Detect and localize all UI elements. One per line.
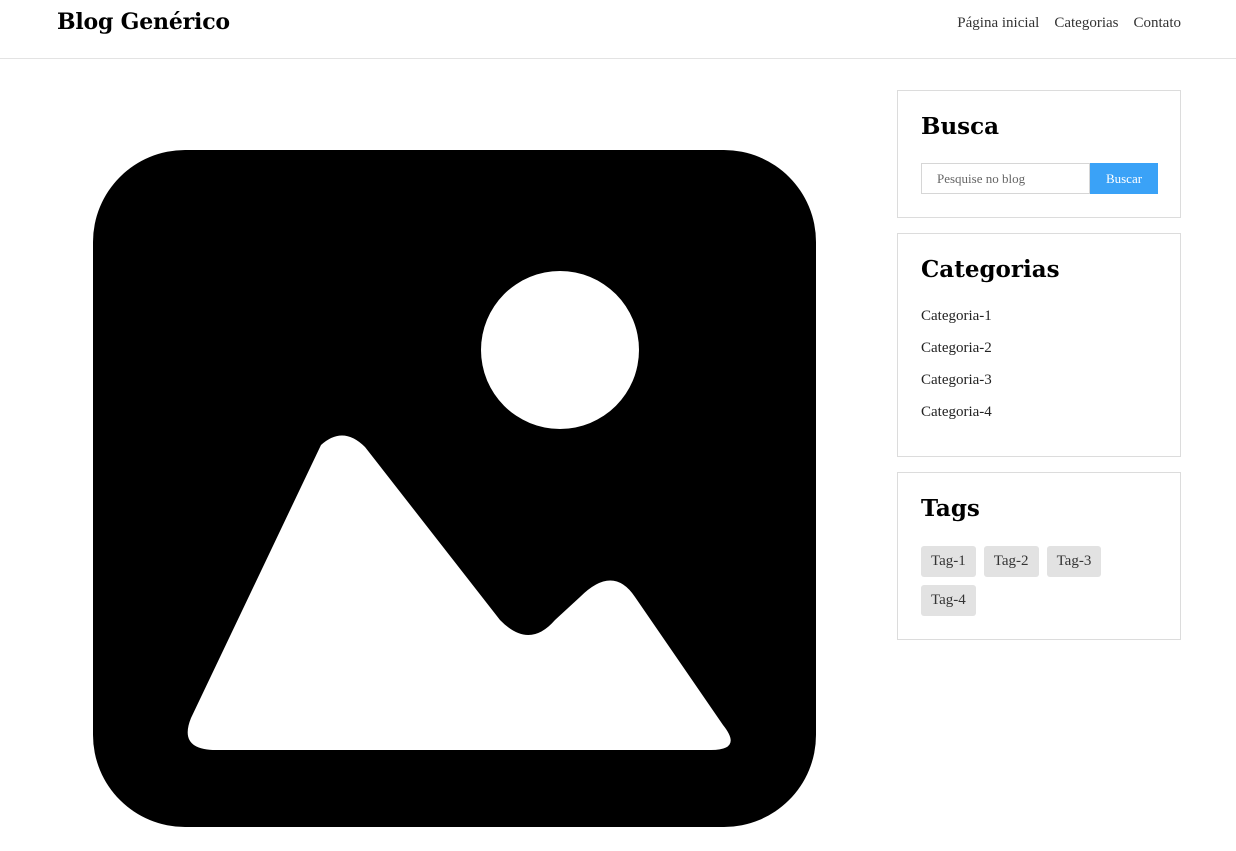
category-link-2[interactable]: Categoria-2 <box>921 340 992 356</box>
tag-chip-3[interactable]: Tag-3 <box>1046 546 1102 577</box>
nav-link-home[interactable]: Página inicial <box>957 15 1039 32</box>
post-featured-image <box>93 150 816 827</box>
tags-widget: Tags Tag-1 Tag-2 Tag-3 Tag-4 <box>897 472 1181 640</box>
category-link-4[interactable]: Categoria-4 <box>921 404 992 420</box>
nav-link-categories[interactable]: Categorias <box>1054 15 1118 32</box>
nav-link-contact[interactable]: Contato <box>1134 15 1182 32</box>
tag-chip-1[interactable]: Tag-1 <box>921 546 976 577</box>
search-form: Buscar <box>921 163 1158 194</box>
main-nav: Página inicial Categorias Contato <box>957 15 1181 32</box>
list-item: Categoria-2 <box>921 337 992 369</box>
tag-chip-2[interactable]: Tag-2 <box>983 546 1039 577</box>
category-list: Categoria-1 Categoria-2 Categoria-3 Cate… <box>921 305 992 433</box>
list-item: Categoria-3 <box>921 369 992 401</box>
category-link-1[interactable]: Categoria-1 <box>921 308 992 324</box>
list-item: Categoria-1 <box>921 305 992 337</box>
site-header: Blog Genérico Página inicial Categorias … <box>0 0 1236 59</box>
list-item: Categoria-4 <box>921 401 992 433</box>
tag-chip-4[interactable]: Tag-4 <box>921 585 976 616</box>
search-widget: Busca Buscar <box>897 90 1181 218</box>
search-button[interactable]: Buscar <box>1090 163 1158 194</box>
tag-cloud: Tag-1 Tag-2 Tag-3 Tag-4 <box>921 546 1121 616</box>
categories-widget-title: Categorias <box>921 256 1060 283</box>
site-logo-link[interactable]: Blog Genérico <box>57 9 230 35</box>
search-widget-title: Busca <box>921 113 1000 140</box>
categories-widget: Categorias Categoria-1 Categoria-2 Categ… <box>897 233 1181 457</box>
category-link-3[interactable]: Categoria-3 <box>921 372 992 388</box>
image-placeholder-icon <box>93 150 816 827</box>
tags-widget-title: Tags <box>921 495 980 522</box>
search-input[interactable] <box>921 163 1090 194</box>
